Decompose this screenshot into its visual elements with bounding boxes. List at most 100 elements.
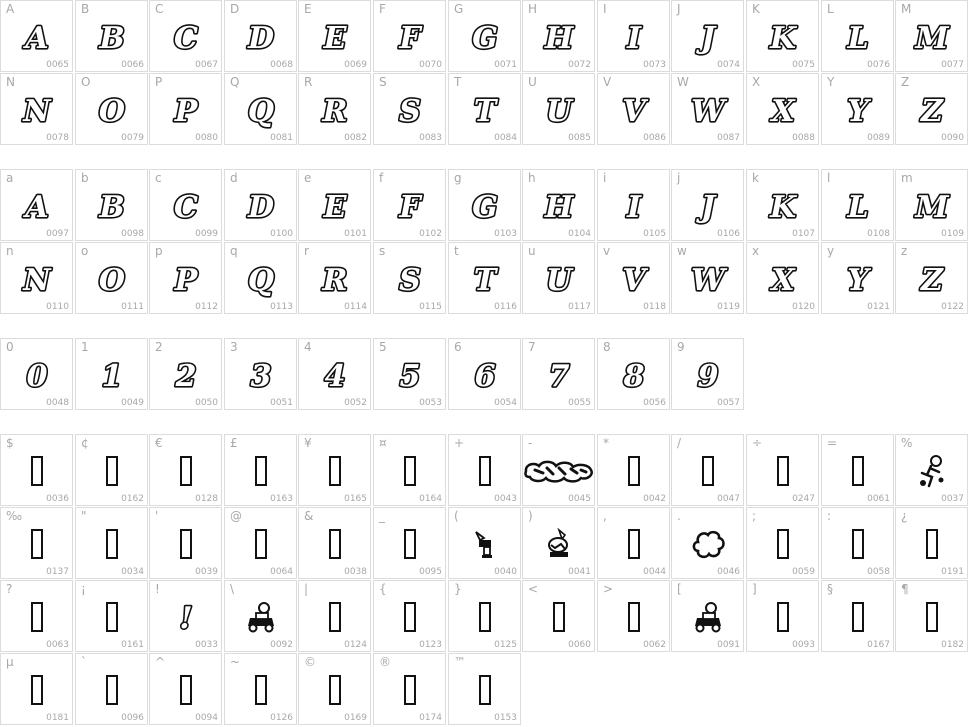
character-cell[interactable]: [0091 xyxy=(671,580,744,652)
character-cell[interactable]: ? 0063 xyxy=(0,580,73,652)
character-cell[interactable]: ÷ 0247 xyxy=(746,434,819,506)
character-cell[interactable]: , 0044 xyxy=(597,507,670,579)
character-cell[interactable]: n 0110 N xyxy=(0,242,73,314)
character-cell[interactable]: /0047 xyxy=(671,434,744,506)
character-cell[interactable]: k 0107 K xyxy=(746,169,819,241)
character-cell[interactable]: © 0169 xyxy=(298,653,371,725)
character-cell[interactable]: F 0070 F xyxy=(373,0,446,72)
character-cell[interactable]: u 0117 U xyxy=(522,242,595,314)
character-cell[interactable]: f 0102 F xyxy=(373,169,446,241)
character-cell[interactable]: t 0116 T xyxy=(448,242,521,314)
character-cell[interactable]: 1 0049 1 xyxy=(75,338,148,410)
character-cell[interactable]: Y 0089 Y xyxy=(821,73,894,145)
character-cell[interactable]: s 0115 S xyxy=(373,242,446,314)
character-cell[interactable]: €0128 xyxy=(149,434,222,506)
character-cell[interactable]: r 0114 R xyxy=(298,242,371,314)
character-cell[interactable]: a 0097 A xyxy=(0,169,73,241)
character-cell[interactable]: ¥0165 xyxy=(298,434,371,506)
character-cell[interactable]: ` 0096 xyxy=(75,653,148,725)
character-cell[interactable]: x 0120 X xyxy=(746,242,819,314)
character-cell[interactable]: K 0075 K xyxy=(746,0,819,72)
character-cell[interactable]: S 0083 S xyxy=(373,73,446,145)
character-cell[interactable]: ‰ 0137 xyxy=(0,507,73,579)
character-cell[interactable]: 5 0053 5 xyxy=(373,338,446,410)
character-cell[interactable]: O 0079 O xyxy=(75,73,148,145)
character-cell[interactable]: 2 0050 2 xyxy=(149,338,222,410)
character-cell[interactable]: ¿ 0191 xyxy=(895,507,968,579)
character-cell[interactable]: e 0101 E xyxy=(298,169,371,241)
character-cell[interactable]: § 0167 xyxy=(821,580,894,652)
character-cell[interactable]: µ 0181 xyxy=(0,653,73,725)
character-cell[interactable]: ! 0033! xyxy=(149,580,222,652)
character-cell[interactable]: Q 0081 Q xyxy=(224,73,297,145)
character-cell[interactable]: " 0034 xyxy=(75,507,148,579)
character-cell[interactable]: h 0104 H xyxy=(522,169,595,241)
character-cell[interactable]: c 0099 C xyxy=(149,169,222,241)
character-cell[interactable]: B 0066 B xyxy=(75,0,148,72)
character-cell[interactable]: +0043 xyxy=(448,434,521,506)
character-cell[interactable]: G 0071 G xyxy=(448,0,521,72)
character-cell[interactable]: ¶ 0182 xyxy=(895,580,968,652)
character-cell[interactable]: ¤ 0164 xyxy=(373,434,446,506)
character-cell[interactable]: T 0084 T xyxy=(448,73,521,145)
character-cell[interactable]: l 0108 L xyxy=(821,169,894,241)
character-cell[interactable]: 9 0057 9 xyxy=(671,338,744,410)
character-cell[interactable]: -0045 xyxy=(522,434,595,506)
character-cell[interactable]: C 0067 C xyxy=(149,0,222,72)
character-cell[interactable]: D 0068 D xyxy=(224,0,297,72)
character-cell[interactable]: 8 0056 8 xyxy=(597,338,670,410)
character-cell[interactable]: W 0087 W xyxy=(671,73,744,145)
character-cell[interactable]: } 0125 xyxy=(448,580,521,652)
character-cell[interactable]: _ 0095 xyxy=(373,507,446,579)
character-cell[interactable]: m 0109 M xyxy=(895,169,968,241)
character-cell[interactable]: I 0073 I xyxy=(597,0,670,72)
character-cell[interactable]: p 0112 P xyxy=(149,242,222,314)
character-cell[interactable]: i 0105 I xyxy=(597,169,670,241)
character-cell[interactable]: L 0076 L xyxy=(821,0,894,72)
character-cell[interactable]: g 0103 G xyxy=(448,169,521,241)
character-cell[interactable]: ; 0059 xyxy=(746,507,819,579)
character-cell[interactable]: = 0061 xyxy=(821,434,894,506)
character-cell[interactable]: U 0085 U xyxy=(522,73,595,145)
character-cell[interactable]: J 0074 J xyxy=(671,0,744,72)
character-cell[interactable]: N 0078 N xyxy=(0,73,73,145)
character-cell[interactable]: ^ 0094 xyxy=(149,653,222,725)
character-cell[interactable]: 0 0048 0 xyxy=(0,338,73,410)
character-cell[interactable]: E 0069 E xyxy=(298,0,371,72)
character-cell[interactable]: <0060 xyxy=(522,580,595,652)
character-cell[interactable]: . 0046 xyxy=(671,507,744,579)
character-cell[interactable]: 4 0052 4 xyxy=(298,338,371,410)
character-cell[interactable]: 3 0051 3 xyxy=(224,338,297,410)
character-cell[interactable]: $0036 xyxy=(0,434,73,506)
character-cell[interactable]: 7 0055 7 xyxy=(522,338,595,410)
character-cell[interactable]: ~0126 xyxy=(224,653,297,725)
character-cell[interactable]: >0062 xyxy=(597,580,670,652)
character-cell[interactable]: * 0042 xyxy=(597,434,670,506)
character-cell[interactable]: R 0082 R xyxy=(298,73,371,145)
character-cell[interactable]: V 0086 V xyxy=(597,73,670,145)
character-cell[interactable]: Z 0090 Z xyxy=(895,73,968,145)
character-cell[interactable]: :0058 xyxy=(821,507,894,579)
character-cell[interactable]: y 0121 Y xyxy=(821,242,894,314)
character-cell[interactable]: ™ 0153 xyxy=(448,653,521,725)
character-cell[interactable]: @0064 xyxy=(224,507,297,579)
character-cell[interactable]: % 0037 xyxy=(895,434,968,506)
character-cell[interactable]: w 0119 W xyxy=(671,242,744,314)
character-cell[interactable]: j 0106 J xyxy=(671,169,744,241)
character-cell[interactable]: 6 0054 6 xyxy=(448,338,521,410)
character-cell[interactable]: ¢ 0162 xyxy=(75,434,148,506)
character-cell[interactable]: | 0124 xyxy=(298,580,371,652)
character-cell[interactable]: v 0118 V xyxy=(597,242,670,314)
character-cell[interactable]: ' 0039 xyxy=(149,507,222,579)
character-cell[interactable]: P 0080 P xyxy=(149,73,222,145)
character-cell[interactable]: {0123 xyxy=(373,580,446,652)
character-cell[interactable]: d 0100 D xyxy=(224,169,297,241)
character-cell[interactable]: & 0038 xyxy=(298,507,371,579)
character-cell[interactable]: £0163 xyxy=(224,434,297,506)
character-cell[interactable]: \ 0092 xyxy=(224,580,297,652)
character-cell[interactable]: ] 0093 xyxy=(746,580,819,652)
character-cell[interactable]: A 0065 A xyxy=(0,0,73,72)
character-cell[interactable]: o 0111 O xyxy=(75,242,148,314)
character-cell[interactable]: M 0077 M xyxy=(895,0,968,72)
character-cell[interactable]: ¡ 0161 xyxy=(75,580,148,652)
